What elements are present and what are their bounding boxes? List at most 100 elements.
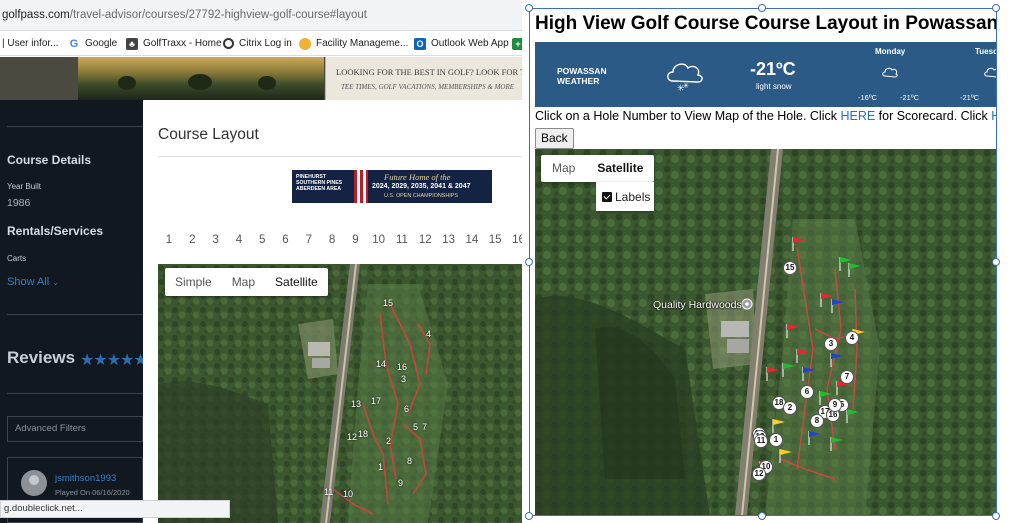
- review-date: Played On 06/16/2020: [55, 488, 130, 497]
- resize-handle[interactable]: [525, 512, 533, 520]
- labels-checkbox[interactable]: [602, 191, 612, 202]
- ad-championship: U.S. OPEN CHAMPIONSHIPS: [384, 193, 458, 199]
- left-map-simple-button[interactable]: Simple: [165, 268, 222, 296]
- hole-label[interactable]: 3: [401, 374, 406, 384]
- hole-tab-15[interactable]: 15: [484, 229, 506, 251]
- resize-handle[interactable]: [758, 4, 766, 12]
- resize-handle[interactable]: [525, 4, 533, 12]
- hole-marker[interactable]: 12: [752, 467, 766, 481]
- hole-marker[interactable]: 9: [828, 398, 842, 412]
- hole-label[interactable]: 7: [422, 422, 427, 432]
- labels-toggle[interactable]: Labels: [596, 182, 654, 211]
- bookmark-label: Outlook Web App: [431, 38, 509, 49]
- facility-icon: [299, 37, 311, 50]
- hole-tab-9[interactable]: 9: [344, 229, 366, 251]
- hole-marker[interactable]: 15: [783, 261, 797, 275]
- bookmark-google[interactable]: G Google: [68, 31, 117, 55]
- tpc-ad[interactable]: LOOKING FOR THE BEST IN GOLF? LOOK FOR T…: [325, 57, 522, 100]
- back-button[interactable]: Back: [535, 128, 574, 149]
- hole-label[interactable]: 18: [358, 429, 368, 439]
- hole-label[interactable]: 14: [376, 359, 386, 369]
- bookmark-golftraxx[interactable]: ♣ GolfTraxx - Home: [126, 31, 222, 55]
- weather-widget[interactable]: POWASSAN WEATHER ✳ ✳ -21ºC light snow Mo…: [535, 42, 997, 107]
- left-map-satellite-button[interactable]: Satellite: [265, 268, 328, 296]
- hole-tab-11[interactable]: 11: [391, 229, 413, 251]
- resize-handle[interactable]: [992, 258, 1000, 266]
- left-map-map-button[interactable]: Map: [222, 268, 265, 296]
- right-map-map-button[interactable]: Map: [541, 155, 586, 182]
- resize-handle[interactable]: [992, 4, 1000, 12]
- hole-tab-8[interactable]: 8: [321, 229, 343, 251]
- show-all-link[interactable]: Show All ⌄: [7, 276, 59, 288]
- hole-label[interactable]: 5: [413, 422, 418, 432]
- bookmark-sheets[interactable]: +: [512, 31, 522, 55]
- year-built-value: 1986: [7, 197, 31, 209]
- hole-marker[interactable]: 3: [824, 337, 838, 351]
- hole-tab-7[interactable]: 7: [298, 229, 320, 251]
- course-details-heading: Course Details: [7, 153, 92, 167]
- year-built-label: Year Built: [7, 182, 41, 191]
- hole-marker[interactable]: 4: [845, 331, 859, 345]
- resize-handle[interactable]: [992, 512, 1000, 520]
- bookmark-citrix[interactable]: Citrix Log in: [223, 31, 292, 55]
- hole-label[interactable]: 11: [324, 487, 333, 497]
- hole-label[interactable]: 12: [347, 432, 357, 442]
- divider: [158, 156, 522, 157]
- hole-tab-12[interactable]: 12: [414, 229, 436, 251]
- satellite-map-left[interactable]: Simple Map Satellite 15 4 14 16 3 13 17 6 5 7 12 18 2 1…: [158, 264, 522, 523]
- us-open-ad[interactable]: PINEHURST SOUTHERN PINES ABERDEEN AREA F…: [292, 170, 492, 203]
- site-banner: LOOKING FOR THE BEST IN GOLF? LOOK FOR T…: [0, 57, 522, 100]
- hole-marker[interactable]: 8: [810, 414, 824, 428]
- hole-tab-14[interactable]: 14: [461, 229, 483, 251]
- page-heading: High View Golf Course Course Layout in P…: [535, 13, 997, 34]
- hole-label[interactable]: 17: [371, 396, 381, 406]
- resize-handle[interactable]: [525, 258, 533, 266]
- review-username-link[interactable]: jsmithson1993: [55, 473, 116, 484]
- resize-handle[interactable]: [758, 512, 766, 520]
- course-sidebar: Course Details Year Built 1986 Rentals/S…: [0, 100, 143, 523]
- hole-label[interactable]: 9: [398, 478, 403, 488]
- satellite-map-right[interactable]: Quality Hardwoods 1534618275141013121111…: [535, 149, 997, 516]
- hole-label[interactable]: 15: [383, 298, 393, 308]
- hole-marker[interactable]: 11: [754, 434, 768, 448]
- hole-marker[interactable]: 7: [840, 370, 854, 384]
- hole-label[interactable]: 4: [426, 329, 431, 339]
- hole-tab-1[interactable]: 1: [158, 229, 180, 251]
- avatar: [21, 470, 47, 496]
- course-layout-modal: Course Layout PINEHURST SOUTHERN PINES A…: [143, 109, 522, 523]
- bookmark-label: GolfTraxx - Home: [143, 38, 222, 49]
- hole-tab-2[interactable]: 2: [181, 229, 203, 251]
- url-host: golfpass.com: [2, 9, 70, 21]
- advanced-filters-button[interactable]: Advanced Filters: [7, 416, 143, 442]
- hole-tab-3[interactable]: 3: [205, 229, 227, 251]
- hole-tab-10[interactable]: 10: [368, 229, 390, 251]
- left-map-imagery: [158, 264, 522, 523]
- hole-tab-4[interactable]: 4: [228, 229, 250, 251]
- hole-tab-16[interactable]: 16: [508, 229, 522, 251]
- hole-tab-5[interactable]: 5: [251, 229, 273, 251]
- bookmark-facility[interactable]: Facility Manageme...: [299, 31, 408, 55]
- current-condition: light snow: [756, 82, 792, 91]
- hole-label[interactable]: 13: [351, 399, 361, 409]
- scorecard-link[interactable]: HERE: [840, 109, 875, 123]
- here-link-2[interactable]: HE: [991, 109, 997, 123]
- url-path: /travel-advisor/courses/27792-highview-g…: [69, 9, 367, 21]
- hole-marker[interactable]: 1: [769, 433, 783, 447]
- bookmark-user-info[interactable]: | User infor...: [2, 31, 59, 55]
- instructions-part2: for Scorecard. Click: [875, 109, 992, 123]
- right-map-satellite-button[interactable]: Satellite: [586, 155, 654, 182]
- hole-label[interactable]: 10: [343, 489, 353, 499]
- bookmarks-bar: | User infor... G Google ♣ GolfTraxx - H…: [0, 31, 522, 56]
- bookmark-outlook[interactable]: O Outlook Web App: [414, 31, 509, 55]
- hole-label[interactable]: 8: [407, 456, 412, 466]
- hole-tab-13[interactable]: 13: [438, 229, 460, 251]
- hole-label[interactable]: 1: [378, 462, 383, 472]
- hole-marker[interactable]: 2: [783, 401, 797, 415]
- hole-marker[interactable]: 6: [800, 385, 814, 399]
- sheets-icon: +: [512, 37, 522, 50]
- hole-label[interactable]: 6: [404, 404, 409, 414]
- hole-label[interactable]: 2: [386, 436, 391, 446]
- hole-label[interactable]: 16: [397, 362, 407, 372]
- hole-tab-6[interactable]: 6: [275, 229, 297, 251]
- address-bar[interactable]: golfpass.com/travel-advisor/courses/2779…: [0, 0, 522, 31]
